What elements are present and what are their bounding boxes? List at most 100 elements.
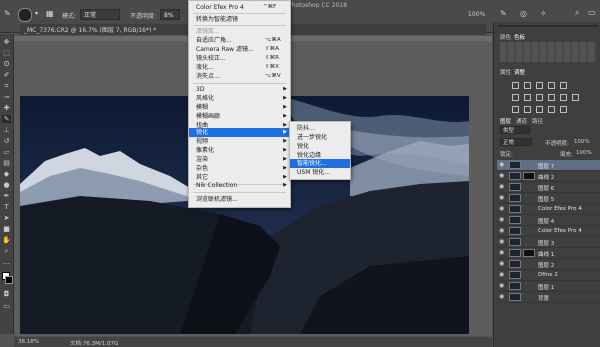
brush-tool-icon[interactable]: ✎ (4, 9, 11, 18)
brush-tool-icon[interactable]: ✎ (2, 115, 11, 123)
menu-item-pixelate[interactable]: 像素化 ▶ (189, 146, 290, 155)
menu-item-smart-sharpen[interactable]: 智能锐化... (290, 159, 350, 168)
zoom-tool-icon[interactable]: ⌕ (2, 247, 11, 255)
vibrance-icon[interactable] (560, 82, 567, 89)
move-tool-icon[interactable]: ✥ (2, 38, 11, 46)
brush-preset-icon[interactable] (18, 8, 32, 22)
quick-mask-icon[interactable]: ◘ (2, 290, 11, 298)
eyedropper-tool-icon[interactable]: ⊸ (2, 93, 11, 101)
type-tool-icon[interactable]: T (2, 203, 11, 211)
visibility-eye-icon[interactable]: ◉ (499, 216, 504, 223)
tab-properties[interactable]: 属性 (500, 68, 511, 76)
layer-row[interactable]: ◉ 曲线 2 (497, 171, 600, 182)
menu-item-blur-gallery[interactable]: 模糊画廊 ▶ (189, 112, 290, 121)
swatches-area[interactable] (500, 42, 596, 62)
layer-row[interactable]: ◉ 图层 1 (497, 281, 600, 292)
layer-row[interactable]: ◉ Color Efex Pro 4 (497, 204, 600, 215)
search-icon[interactable]: ⌕ (575, 8, 579, 18)
menu-item-vanishing-point[interactable]: 消失点... ⌥⌘V (189, 72, 290, 81)
layer-row[interactable]: ◉ 图层 2 (497, 259, 600, 270)
menu-item-3d[interactable]: 3D ▶ (189, 85, 290, 94)
menu-item-camera-raw[interactable]: Camera Raw 滤镜... ⇧⌘A (189, 45, 290, 54)
tab-channels[interactable]: 通道 (516, 117, 527, 125)
exposure-icon[interactable] (548, 82, 555, 89)
screen-mode-icon[interactable]: ▭ (2, 302, 11, 310)
blur-tool-icon[interactable]: ◆ (2, 170, 11, 178)
menu-item-unsharp-mask[interactable]: USM 锐化... (290, 168, 350, 177)
selective-color-icon[interactable] (560, 106, 567, 113)
opacity-input[interactable]: 8% (160, 9, 180, 20)
layer-row[interactable]: ◉ Color Efex Pro 4 (497, 226, 600, 237)
visibility-eye-icon[interactable]: ◉ (499, 172, 504, 179)
zoom-level[interactable]: 38.18% (18, 339, 39, 345)
history-brush-tool-icon[interactable]: ↺ (2, 137, 11, 145)
menu-item-sharpen[interactable]: 锐化 ▶ (189, 128, 290, 137)
menu-item-sharpen-more[interactable]: 进一步锐化 (290, 133, 350, 142)
visibility-eye-icon[interactable]: ◉ (499, 293, 504, 300)
brightness-icon[interactable] (512, 82, 519, 89)
layer-row[interactable]: ◉ 图层 3 (497, 237, 600, 248)
menu-item-liquify[interactable]: 液化... ⇧⌘X (189, 63, 290, 72)
quick-select-tool-icon[interactable]: ✐ (2, 71, 11, 79)
document-size[interactable]: 文档:76.3M/1.07G (70, 339, 118, 347)
visibility-eye-icon[interactable]: ◉ (499, 205, 504, 212)
visibility-eye-icon[interactable]: ◉ (499, 194, 504, 201)
layer-filter-select[interactable]: 类型 (500, 126, 530, 134)
black-white-icon[interactable] (536, 94, 543, 101)
color-balance-icon[interactable] (524, 94, 531, 101)
fill-value[interactable]: 100% (576, 150, 592, 156)
visibility-eye-icon[interactable]: ◉ (499, 238, 504, 245)
menu-item-sharpen-basic[interactable]: 锐化 (290, 142, 350, 151)
menu-item-nik-collection[interactable]: Nik Collection ▶ (189, 181, 290, 190)
menu-item-stylize[interactable]: 风格化 ▶ (189, 94, 290, 103)
workspace-icon[interactable]: ▭ (588, 8, 596, 17)
visibility-eye-icon[interactable]: ◉ (499, 183, 504, 190)
document-tab[interactable]: _MC_7376.CR2 @ 16.7% (图层 7, RGB/16*) * (24, 25, 156, 34)
lasso-tool-icon[interactable]: ʘ (2, 60, 11, 68)
visibility-eye-icon[interactable]: ◉ (499, 249, 504, 256)
gradient-tool-icon[interactable]: ▤ (2, 159, 11, 167)
crop-tool-icon[interactable]: ⌗ (2, 82, 11, 90)
posterize-icon[interactable] (524, 106, 531, 113)
marquee-tool-icon[interactable]: ⬚ (2, 49, 11, 57)
tab-adjustments[interactable]: 调整 (514, 68, 525, 76)
hand-tool-icon[interactable]: ✋ (2, 236, 11, 244)
menu-item-blur[interactable]: 模糊 ▶ (189, 103, 290, 112)
channel-mixer-icon[interactable] (560, 94, 567, 101)
visibility-eye-icon[interactable]: ◉ (499, 271, 504, 278)
rectangle-tool-icon[interactable]: ■ (2, 225, 11, 233)
clone-stamp-tool-icon[interactable]: ⊥ (2, 126, 11, 134)
menu-item-noise[interactable]: 杂色 ▶ (189, 164, 290, 173)
levels-icon[interactable] (524, 82, 531, 89)
layer-row[interactable]: ◉ 曲线 1 (497, 248, 600, 259)
background-color-swatch[interactable] (5, 276, 13, 284)
brush-panel-icon[interactable]: ▦ (46, 9, 54, 18)
menu-item-video[interactable]: 视频 ▶ (189, 137, 290, 146)
more-tools-icon[interactable]: … (2, 258, 11, 266)
layer-row[interactable]: ◉ 背景 (497, 292, 600, 303)
hue-saturation-icon[interactable] (512, 94, 519, 101)
layer-row[interactable]: ◉ 图层 5 (497, 193, 600, 204)
pen-tool-icon[interactable]: ✒ (2, 192, 11, 200)
airbrush-icon[interactable]: ✎ (500, 9, 507, 18)
mode-select[interactable]: 正常 (80, 9, 120, 20)
layer-mask-thumbnail[interactable] (523, 249, 535, 257)
blend-mode-select[interactable]: 正常 (500, 138, 532, 146)
visibility-eye-icon[interactable]: ◉ (499, 260, 504, 267)
layer-mask-thumbnail[interactable] (523, 172, 535, 180)
tab-color[interactable]: 颜色 (500, 33, 511, 41)
invert-icon[interactable] (512, 106, 519, 113)
threshold-icon[interactable] (536, 106, 543, 113)
tab-layers[interactable]: 图层 (500, 117, 511, 125)
menu-item-render[interactable]: 渲染 ▶ (189, 155, 290, 164)
menu-item-color-efex[interactable]: Color Efex Pro 4 ^⌘F (189, 3, 290, 12)
layer-row[interactable]: ◉ 图层 4 (497, 215, 600, 226)
layer-row[interactable]: ◉ 图层 7 (497, 160, 600, 171)
visibility-eye-icon[interactable]: ◉ (499, 282, 504, 289)
menu-item-browse-online-filters[interactable]: 浏览联机滤镜... (189, 195, 290, 204)
visibility-eye-icon[interactable]: ◉ (499, 227, 504, 234)
color-lookup-icon[interactable] (572, 94, 579, 101)
photo-filter-icon[interactable] (548, 94, 555, 101)
menu-item-lens-correction[interactable]: 镜头校正... ⇧⌘R (189, 54, 290, 63)
dodge-tool-icon[interactable]: ● (2, 181, 11, 189)
